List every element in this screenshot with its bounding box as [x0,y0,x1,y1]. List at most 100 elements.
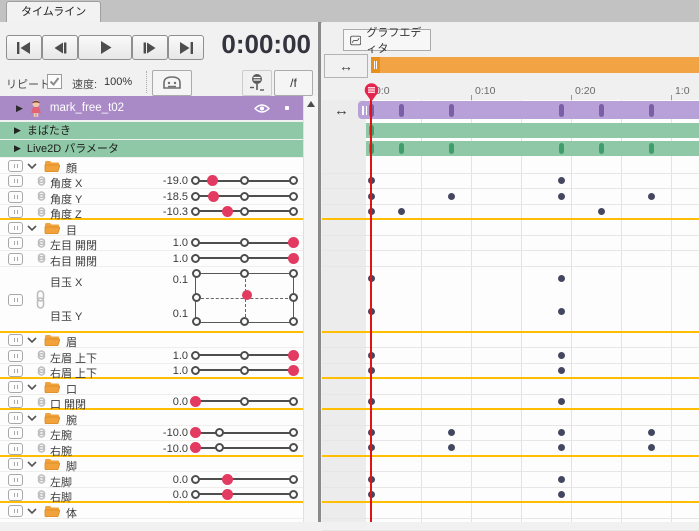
slider-default-knob[interactable] [240,254,249,263]
slider-default-knob[interactable] [240,207,249,216]
clip-keyframe-marker[interactable] [449,104,454,117]
slider-value-knob[interactable] [288,365,299,376]
slider-value-knob[interactable] [288,253,299,264]
parameter-value[interactable]: -10.0 [126,427,188,439]
slider-value-knob[interactable] [222,489,233,500]
slider-default-knob[interactable] [191,238,200,247]
pad-corner-knob[interactable] [192,269,201,278]
parameter-slider[interactable] [195,348,293,363]
previous-frame-button[interactable] [42,35,78,60]
clip-move-handle-icon[interactable]: ↔ [334,102,349,119]
slider-default-knob[interactable] [289,176,298,185]
parameter-slider[interactable] [195,441,293,455]
track-enable-toggle[interactable] [8,427,23,439]
model-clip-bar[interactable] [358,101,699,119]
chevron-down-icon[interactable] [27,461,37,467]
chevron-down-icon[interactable] [27,384,37,390]
parameter-value[interactable]: -18.5 [126,191,188,203]
slider-value-knob[interactable] [288,350,299,361]
parameter-slider[interactable] [195,364,293,378]
chevron-down-icon[interactable] [27,337,37,343]
slider-default-knob[interactable] [191,475,200,484]
slider-default-knob[interactable] [215,428,224,437]
parameter-slider[interactable] [195,395,293,409]
slider-value-knob[interactable] [208,191,219,202]
chevron-down-icon[interactable] [27,225,37,231]
slider-value-knob[interactable] [190,442,201,453]
group-track-bar[interactable] [366,141,699,157]
chevron-down-icon[interactable] [27,415,37,421]
parameter-value[interactable]: 0.1 [126,274,188,286]
keyframe-dot[interactable] [558,193,565,200]
keyframe-dot[interactable] [558,352,565,359]
slider-default-knob[interactable] [191,254,200,263]
speed-value[interactable]: 100% [104,76,132,88]
track-enable-toggle[interactable] [8,175,23,187]
pad-corner-knob[interactable] [289,269,298,278]
slider-default-knob[interactable] [289,207,298,216]
keyframe-dot[interactable] [558,429,565,436]
slider-value-knob[interactable] [207,175,218,186]
keyframe-dot[interactable] [558,444,565,451]
keyframe-dot[interactable] [558,476,565,483]
group-keyframe-marker[interactable] [449,143,454,154]
keyframe-dot[interactable] [558,367,565,374]
group-keyframe-marker[interactable] [649,143,654,154]
horizontal-scrollbar[interactable] [371,57,699,73]
keyframe-dot[interactable] [398,208,405,215]
track-enable-toggle[interactable] [8,458,23,470]
group-row-live2d-parameters[interactable]: ▶ Live2D パラメータ [0,140,303,157]
parameter-value[interactable]: 1.0 [126,253,188,265]
keyframe-dot[interactable] [648,429,655,436]
slider-default-knob[interactable] [240,238,249,247]
track-enable-toggle[interactable] [8,191,23,203]
slider-default-knob[interactable] [289,443,298,452]
track-enable-toggle[interactable] [8,294,23,306]
track-enable-toggle[interactable] [8,222,23,234]
slider-value-knob[interactable] [222,474,233,485]
track-enable-toggle[interactable] [8,412,23,424]
parameter-slider[interactable] [195,251,293,266]
slider-default-knob[interactable] [240,176,249,185]
group-keyframe-marker[interactable] [599,143,604,154]
pad-corner-knob[interactable] [240,317,249,326]
slider-default-knob[interactable] [240,192,249,201]
parameter-slider[interactable] [195,236,293,251]
parameter-slider[interactable] [195,189,293,204]
track-enable-toggle[interactable] [8,443,23,455]
keyframe-dot[interactable] [558,398,565,405]
go-to-start-button[interactable] [6,35,42,60]
slider-default-knob[interactable] [215,443,224,452]
expand-triangle-icon[interactable]: ▶ [16,104,23,113]
pad-corner-knob[interactable] [192,317,201,326]
keyframe-dot[interactable] [558,177,565,184]
parameter-slider[interactable] [195,205,293,219]
slider-default-knob[interactable] [289,397,298,406]
track-enable-toggle[interactable] [8,505,23,517]
slider-default-knob[interactable] [191,366,200,375]
slider-value-knob[interactable] [288,237,299,248]
expand-triangle-icon[interactable]: ▶ [14,144,21,153]
slider-default-knob[interactable] [191,207,200,216]
pane-divider[interactable] [318,22,321,522]
keyframe-dot[interactable] [598,208,605,215]
clip-keyframe-marker[interactable] [559,104,564,117]
keyframe-dot[interactable] [648,444,655,451]
keyframe-dot[interactable] [558,275,565,282]
parameter-value[interactable]: -19.0 [126,175,188,187]
track-enable-toggle[interactable] [8,350,23,362]
clip-keyframe-marker[interactable] [599,104,604,117]
keyframe-dot[interactable] [448,429,455,436]
slider-default-knob[interactable] [289,192,298,201]
eyeball-xy-pad[interactable] [195,273,294,323]
playhead-line[interactable] [370,98,372,522]
slider-default-knob[interactable] [289,475,298,484]
track-enable-toggle[interactable] [8,253,23,265]
go-to-end-button[interactable] [168,35,204,60]
slider-value-knob[interactable] [222,206,233,217]
group-keyframe-marker[interactable] [399,143,404,154]
slider-default-knob[interactable] [191,490,200,499]
slider-default-knob[interactable] [240,366,249,375]
parameter-slider[interactable] [195,426,293,441]
parameter-value[interactable]: 0.0 [126,396,188,408]
